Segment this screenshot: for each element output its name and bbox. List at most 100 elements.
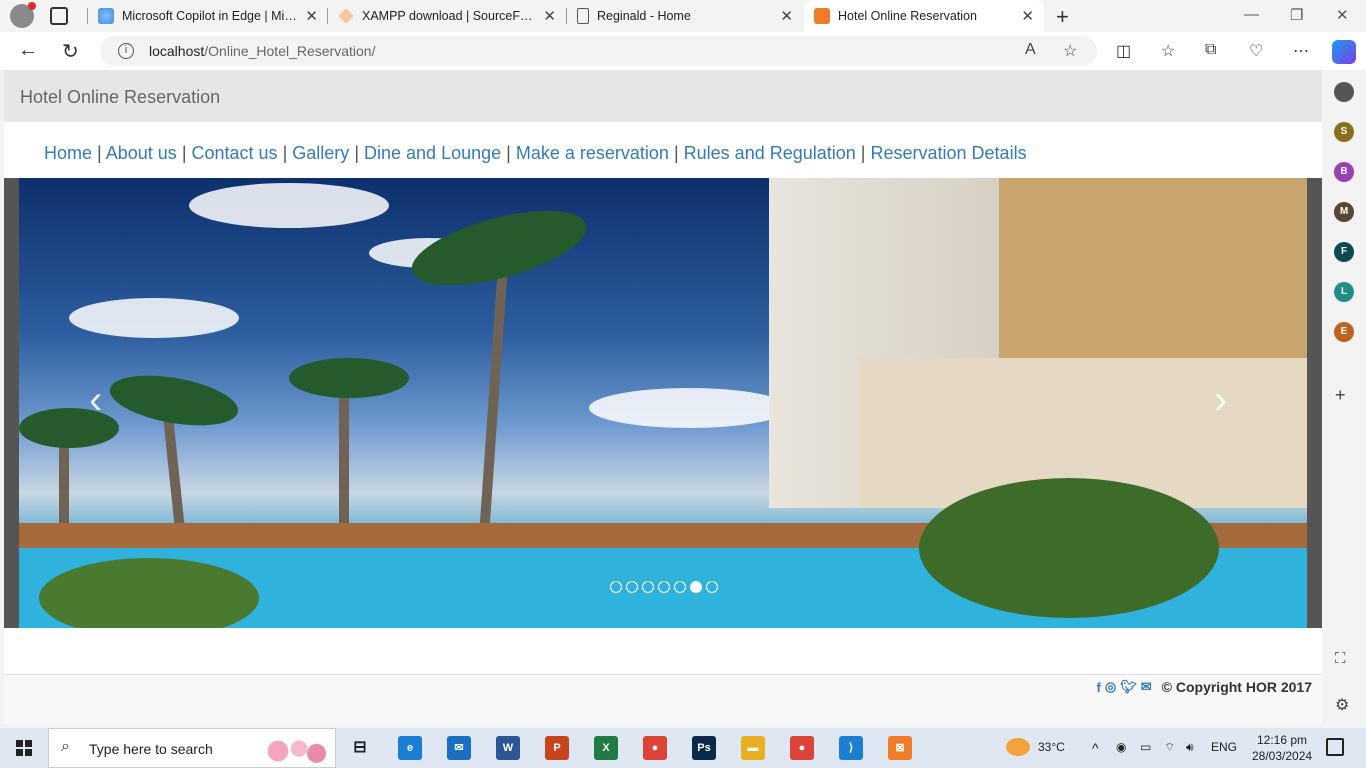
url-host: localhost: [149, 43, 205, 59]
sidebar-app-icon[interactable]: B: [1334, 162, 1354, 182]
instagram-icon[interactable]: ◎: [1105, 679, 1116, 695]
tab-close-icon[interactable]: ✕: [543, 7, 556, 25]
nav-separator: |: [97, 143, 102, 163]
tray-battery-icon[interactable]: ▭: [1140, 740, 1151, 754]
tab-close-icon[interactable]: ✕: [305, 7, 318, 25]
tab-copilot[interactable]: Microsoft Copilot in Edge | Micro ✕: [88, 0, 328, 32]
xampp-icon: [814, 8, 830, 24]
taskbar-app-icon[interactable]: ●: [790, 736, 814, 760]
carousel-indicators: [610, 581, 718, 593]
taskbar-app-icon[interactable]: P: [545, 736, 569, 760]
settings-gear-icon[interactable]: ⚙: [1335, 695, 1349, 715]
hotel-pool-photo: [19, 178, 1307, 628]
back-button[interactable]: ←: [18, 39, 38, 62]
minimize-button[interactable]: —: [1244, 6, 1259, 23]
envelope-icon[interactable]: ✉: [1141, 679, 1152, 695]
nav-separator: |: [673, 143, 679, 163]
nav-contact-us[interactable]: Contact us: [192, 143, 278, 163]
weather-icon[interactable]: [1006, 738, 1030, 756]
tab-hotel-online-reservation[interactable]: Hotel Online Reservation ✕: [804, 0, 1044, 32]
screenshot-icon[interactable]: ⛶: [1335, 650, 1346, 667]
taskbar-app-icon[interactable]: ⟩: [839, 736, 863, 760]
taskbar-app-icon[interactable]: ▬: [741, 736, 765, 760]
favorite-star-icon[interactable]: ☆: [1063, 41, 1077, 61]
carousel-next-button[interactable]: ›: [1214, 378, 1227, 423]
sidebar-add-button[interactable]: +: [1335, 385, 1346, 406]
more-menu-icon[interactable]: ⋯: [1293, 41, 1309, 61]
collections-icon[interactable]: ⧉: [1205, 41, 1216, 59]
address-field[interactable]: i localhost/Online_Hotel_Reservation/ A …: [100, 36, 1097, 66]
restore-button[interactable]: ❐: [1290, 6, 1303, 24]
sidebar-app-icon[interactable]: L: [1334, 282, 1354, 302]
notification-center-icon[interactable]: [1326, 738, 1344, 756]
tray-wifi-icon[interactable]: ⌔: [1164, 740, 1175, 755]
copyright-text: © Copyright HOR 2017: [1161, 679, 1312, 695]
taskbar-app-icon[interactable]: ✉: [447, 736, 471, 760]
sidebar-app-icon[interactable]: E: [1334, 322, 1354, 342]
taskbar-app-icon[interactable]: X: [594, 736, 618, 760]
tab-close-icon[interactable]: ✕: [1021, 7, 1034, 25]
carousel-indicator-dot[interactable]: [674, 581, 686, 593]
nav-make-a-reservation[interactable]: Make a reservation: [516, 143, 669, 163]
sidebar-app-icon[interactable]: F: [1334, 242, 1354, 262]
taskbar-app-icon[interactable]: Ps: [692, 736, 716, 760]
carousel-indicator-dot[interactable]: [626, 581, 638, 593]
sidebar-app-icon[interactable]: M: [1334, 202, 1354, 222]
nav-separator: |: [181, 143, 187, 163]
nav-reservation-details[interactable]: Reservation Details: [871, 143, 1027, 163]
task-view-icon[interactable]: ⊟: [348, 736, 372, 760]
split-screen-icon[interactable]: ◫: [1116, 41, 1131, 61]
clock-time: 12:16 pm: [1257, 733, 1308, 747]
facebook-icon[interactable]: f: [1097, 680, 1101, 695]
taskbar-search-box[interactable]: ⌕ Type here to search: [48, 728, 336, 768]
favorites-icon[interactable]: ☆: [1161, 41, 1175, 61]
page-icon: [577, 8, 589, 24]
carousel-indicator-dot[interactable]: [690, 581, 702, 593]
taskbar-app-icon[interactable]: e: [398, 736, 422, 760]
close-window-button[interactable]: ✕: [1336, 6, 1349, 24]
carousel-indicator-dot[interactable]: [706, 581, 718, 593]
sidebar-app-icon[interactable]: [1334, 82, 1354, 102]
performance-icon[interactable]: ♡: [1249, 41, 1263, 61]
url-text[interactable]: localhost/Online_Hotel_Reservation/: [149, 43, 375, 59]
carousel-indicator-dot[interactable]: [642, 581, 654, 593]
taskbar-clock[interactable]: 12:16 pm 28/03/2024: [1252, 732, 1312, 764]
site-info-icon[interactable]: i: [118, 43, 134, 59]
tab-actions-icon[interactable]: [50, 7, 68, 25]
copilot-icon: [98, 8, 114, 24]
profile-avatar[interactable]: [10, 2, 36, 28]
copilot-icon[interactable]: [1332, 40, 1356, 64]
tab-reginald-home[interactable]: Reginald - Home ✕: [567, 0, 803, 32]
reload-button[interactable]: ↻: [62, 39, 79, 64]
twitter-icon[interactable]: 🐦︎: [1120, 679, 1137, 695]
carousel-indicator-dot[interactable]: [658, 581, 670, 593]
weather-temperature[interactable]: 33°C: [1038, 740, 1065, 754]
carousel-prev-button[interactable]: ‹: [89, 378, 102, 423]
site-title[interactable]: Hotel Online Reservation: [20, 87, 220, 107]
tab-label: XAMPP download | SourceForge.: [362, 9, 536, 23]
sidebar-app-icon[interactable]: S: [1334, 122, 1354, 142]
web-page: Hotel Online Reservation Home | About us…: [4, 70, 1322, 724]
read-aloud-icon[interactable]: A: [1025, 41, 1036, 59]
taskbar-app-icon[interactable]: ●: [643, 736, 667, 760]
windows-start-button[interactable]: [16, 740, 32, 756]
taskbar-app-icon[interactable]: W: [496, 736, 520, 760]
footer-social: f ◎ 🐦︎ ✉ © Copyright HOR 2017: [1097, 679, 1312, 695]
nav-home[interactable]: Home: [44, 143, 92, 163]
tray-volume-icon[interactable]: 🔊︎: [1186, 740, 1194, 755]
tray-network-icon[interactable]: ◉: [1116, 740, 1126, 754]
nav-about-us[interactable]: About us: [106, 143, 177, 163]
nav-rules-and-regulation[interactable]: Rules and Regulation: [684, 143, 856, 163]
nav-separator: |: [506, 143, 511, 163]
language-indicator[interactable]: ENG: [1211, 740, 1237, 754]
tab-label: Microsoft Copilot in Edge | Micro: [122, 9, 298, 23]
tab-close-icon[interactable]: ✕: [780, 7, 793, 25]
url-path: /Online_Hotel_Reservation/: [204, 43, 376, 59]
tab-xampp-download[interactable]: XAMPP download | SourceForge. ✕: [328, 0, 566, 32]
carousel-indicator-dot[interactable]: [610, 581, 622, 593]
nav-dine-and-lounge[interactable]: Dine and Lounge: [364, 143, 501, 163]
new-tab-button[interactable]: +: [1056, 4, 1069, 30]
taskbar-app-icon[interactable]: ⊠: [888, 736, 912, 760]
tray-chevron-up-icon[interactable]: ^: [1092, 740, 1099, 756]
nav-gallery[interactable]: Gallery: [292, 143, 349, 163]
